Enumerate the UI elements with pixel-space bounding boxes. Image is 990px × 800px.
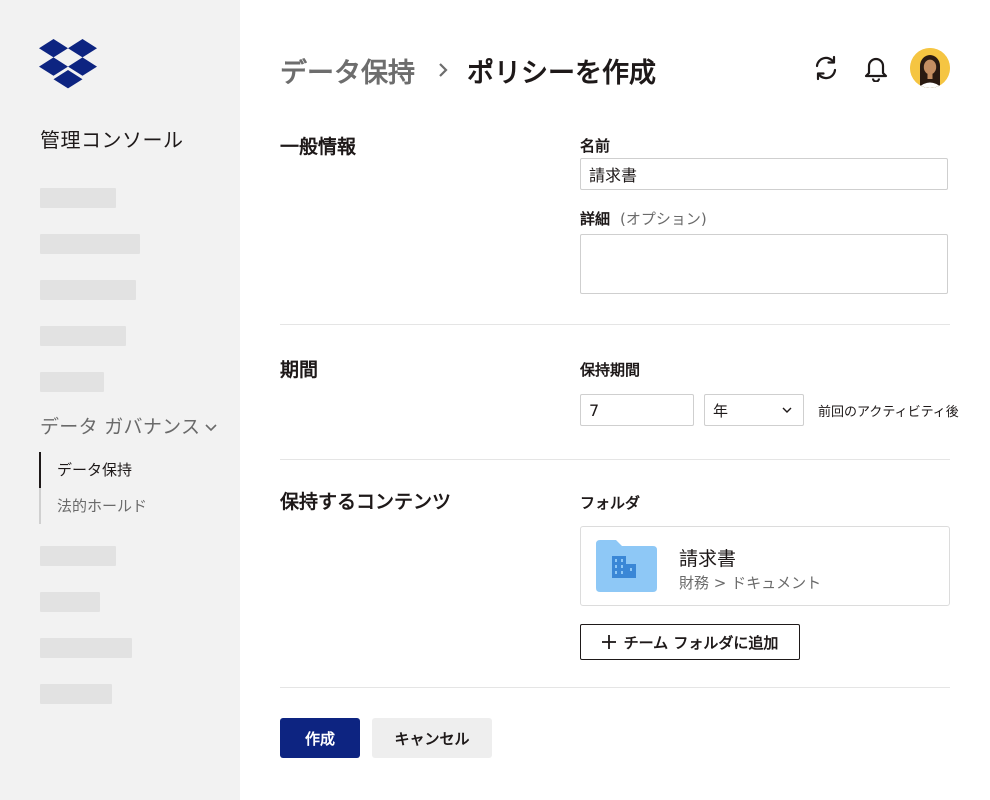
team-folder-icon xyxy=(596,540,657,592)
divider xyxy=(280,459,950,460)
retention-period-input[interactable] xyxy=(580,394,694,426)
bell-icon[interactable] xyxy=(860,48,892,88)
nav-placeholder[interactable] xyxy=(40,546,116,566)
nav-placeholder[interactable] xyxy=(40,592,100,612)
name-input[interactable] xyxy=(580,158,948,190)
nav-placeholder[interactable] xyxy=(40,188,116,208)
nav-placeholder[interactable] xyxy=(40,684,112,704)
chevron-right-icon xyxy=(437,61,449,79)
header-actions xyxy=(792,48,950,88)
nav-placeholder[interactable] xyxy=(40,326,126,346)
section-title-period: 期間 xyxy=(280,359,319,381)
folder-label: フォルダ xyxy=(580,494,641,512)
create-button[interactable]: 作成 xyxy=(280,718,360,758)
nav-group-data-governance[interactable]: データ ガバナンス xyxy=(40,412,218,439)
chevron-down-icon xyxy=(782,407,792,413)
detail-label-row: 詳細 (オプション) xyxy=(580,208,707,229)
add-team-folder-label: チーム フォルダに追加 xyxy=(623,633,779,652)
retention-unit-value: 年 xyxy=(713,401,729,420)
sidebar: 管理コンソール データ ガバナンス データ保持 法的ホールド xyxy=(0,0,240,800)
breadcrumb: データ保持 ポリシーを作成 xyxy=(280,50,656,90)
retention-period-label: 保持期間 xyxy=(580,361,641,379)
after-activity-text: 前回のアクティビティ後 xyxy=(818,405,959,420)
dropbox-logo-icon[interactable] xyxy=(39,39,97,89)
subnav: データ保持 法的ホールド xyxy=(39,452,217,524)
folder-name: 請求書 xyxy=(679,548,737,570)
breadcrumb-parent-link[interactable]: データ保持 xyxy=(280,51,415,90)
nav-placeholder[interactable] xyxy=(40,372,104,392)
avatar[interactable] xyxy=(910,48,950,88)
subnav-item-legal-hold[interactable]: 法的ホールド xyxy=(39,488,217,524)
name-label: 名前 xyxy=(580,137,611,155)
subnav-item-data-retention[interactable]: データ保持 xyxy=(39,452,217,488)
sync-icon[interactable] xyxy=(810,48,842,88)
nav-placeholder[interactable] xyxy=(40,280,136,300)
page-title: ポリシーを作成 xyxy=(467,57,656,89)
divider xyxy=(280,324,950,325)
folder-card[interactable]: 請求書 財務 > ドキュメント xyxy=(580,526,950,606)
cancel-button[interactable]: キャンセル xyxy=(372,718,492,758)
nav-group-label: データ ガバナンス xyxy=(40,416,201,438)
section-title-contents: 保持するコンテンツ xyxy=(280,491,452,513)
nav-placeholder[interactable] xyxy=(40,234,140,254)
chevron-down-icon xyxy=(205,423,217,431)
add-team-folder-button[interactable]: チーム フォルダに追加 xyxy=(580,624,800,660)
folder-path: 財務 > ドキュメント xyxy=(679,574,822,592)
detail-optional-label: (オプション) xyxy=(620,210,707,228)
console-title: 管理コンソール xyxy=(40,128,184,152)
plus-icon xyxy=(601,635,616,649)
detail-textarea[interactable] xyxy=(580,234,948,294)
retention-unit-select[interactable]: 年 xyxy=(704,394,804,426)
divider xyxy=(280,687,950,688)
section-title-general: 一般情報 xyxy=(280,136,357,158)
nav-placeholder[interactable] xyxy=(40,638,132,658)
detail-label: 詳細 xyxy=(580,210,611,228)
